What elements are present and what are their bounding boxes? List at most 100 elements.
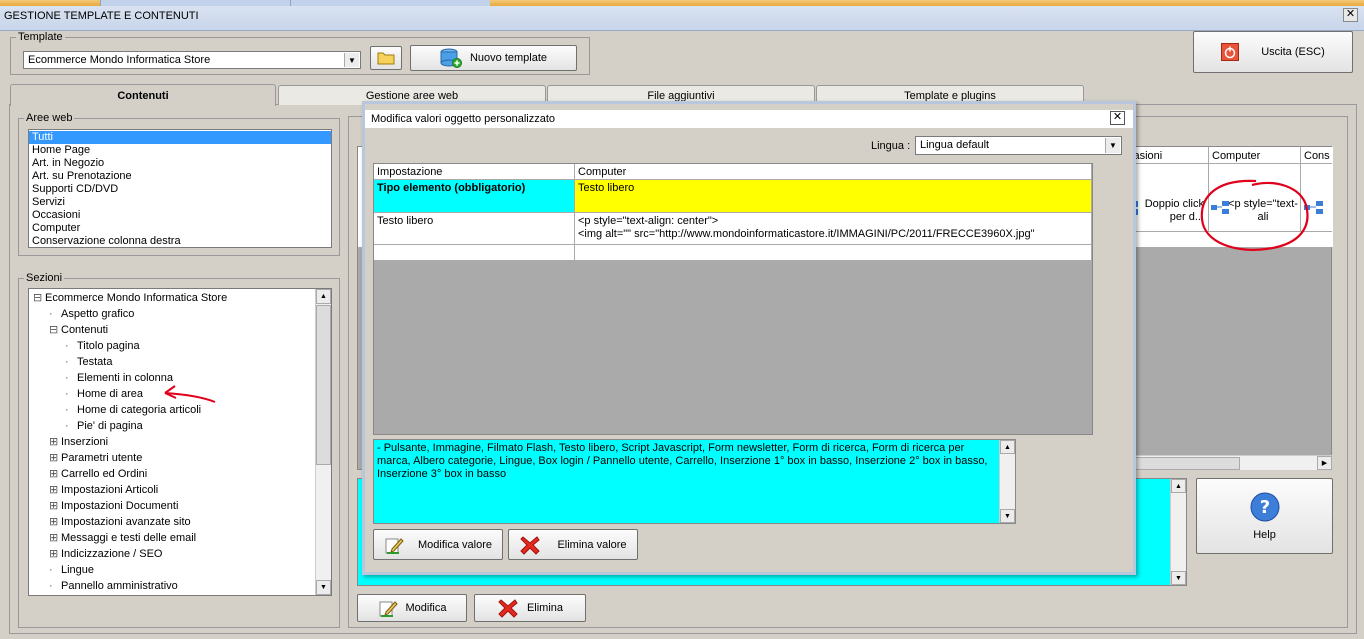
- expand-icon[interactable]: ⊞: [49, 499, 61, 513]
- expand-icon[interactable]: ⊞: [49, 547, 61, 561]
- tree-node-label: Inserzioni: [61, 436, 109, 448]
- tree-line-icon: ·: [65, 356, 69, 368]
- new-template-button[interactable]: Nuovo template: [410, 45, 577, 71]
- grid-row-value[interactable]: <p style="text-align: center">: [578, 215, 718, 227]
- list-item[interactable]: Conservazione colonna destra: [29, 235, 331, 247]
- database-add-icon: [440, 48, 462, 68]
- list-item[interactable]: Supporti CD/DVD: [29, 183, 331, 196]
- tree-line-icon: ·: [65, 372, 69, 384]
- list-item[interactable]: Tutti: [29, 131, 331, 144]
- expand-icon[interactable]: ⊞: [49, 483, 61, 497]
- grid-cell[interactable]: Doppio click per d...: [1140, 198, 1204, 224]
- template-select[interactable]: Ecommerce Mondo Informatica Store ▼: [23, 51, 361, 69]
- tree-node[interactable]: · Pannello amministrativo: [49, 579, 178, 593]
- aree-web-list[interactable]: Tutti Home Page Art. in Negozio Art. su …: [28, 129, 332, 248]
- help-button[interactable]: ? Help: [1196, 478, 1333, 554]
- expand-icon[interactable]: ⊞: [49, 451, 61, 465]
- tab-contenuti[interactable]: Contenuti: [10, 84, 276, 106]
- tree-node[interactable]: · Home di area: [65, 387, 143, 401]
- tree-node-label: Contenuti: [61, 324, 109, 336]
- tree-node[interactable]: ⊟ Contenuti: [49, 323, 108, 337]
- tree-node-label: Impostazioni Documenti: [61, 500, 179, 512]
- tree-node-label: Indicizzazione / SEO: [61, 548, 163, 560]
- tree-node-label: Testata: [77, 356, 113, 368]
- grid-row-key[interactable]: Tipo elemento (obbligatorio): [377, 182, 525, 194]
- tree-line-icon: ·: [65, 420, 69, 432]
- tree-node-label: Messaggi e testi delle email: [61, 532, 197, 544]
- tree-node[interactable]: ⊟ Ecommerce Mondo Informatica Store: [33, 291, 227, 305]
- tree-line-icon: ·: [65, 340, 69, 352]
- grid-row-value-line2[interactable]: <img alt="" src="http://www.mondoinforma…: [578, 228, 1088, 240]
- scroll-right-icon[interactable]: ▶: [1317, 456, 1332, 470]
- expand-icon[interactable]: ⊞: [49, 515, 61, 529]
- background-desc-scrollbar[interactable]: ▲ ▼: [1170, 479, 1186, 585]
- tree-node[interactable]: ⊞ Indicizzazione / SEO: [49, 547, 163, 561]
- chevron-down-icon: ▼: [1105, 138, 1120, 153]
- list-item[interactable]: Home Page: [29, 144, 331, 157]
- dialog-close-button[interactable]: ✕: [1110, 111, 1125, 125]
- power-icon: [1221, 43, 1240, 61]
- scroll-up-icon[interactable]: ▲: [1000, 440, 1015, 454]
- scroll-thumb[interactable]: [316, 305, 331, 465]
- dialog-description: - Pulsante, Immagine, Filmato Flash, Tes…: [373, 439, 1016, 524]
- sezioni-tree[interactable]: ⊟ Ecommerce Mondo Informatica Store · Aspet…: [28, 288, 332, 596]
- chevron-down-icon: ▼: [344, 53, 359, 67]
- elimina-valore-button[interactable]: Elimina valore: [508, 529, 638, 560]
- grid-hscrollbar[interactable]: ▶: [1128, 455, 1332, 470]
- collapse-icon[interactable]: ⊟: [49, 323, 61, 337]
- modifica-button[interactable]: Modifica: [357, 594, 467, 622]
- grid-row-key[interactable]: Testo libero: [377, 215, 433, 227]
- scroll-down-icon[interactable]: ▼: [1000, 509, 1015, 523]
- sezioni-scrollbar[interactable]: ▲ ▼: [315, 289, 331, 595]
- list-item[interactable]: Servizi: [29, 196, 331, 209]
- grid-row-value-highlight: [575, 180, 1092, 212]
- tree-node[interactable]: ⊞ Impostazioni avanzate sito: [49, 515, 191, 529]
- scroll-up-icon[interactable]: ▲: [316, 289, 331, 304]
- list-item[interactable]: Art. in Negozio: [29, 157, 331, 170]
- edit-values-dialog: Modifica valori oggetto personalizzato ✕…: [362, 101, 1136, 575]
- expand-icon[interactable]: ⊞: [49, 467, 61, 481]
- tree-node[interactable]: ⊞ Messaggi e testi delle email: [49, 531, 196, 545]
- exit-button[interactable]: Uscita (ESC): [1193, 31, 1353, 73]
- description-scrollbar[interactable]: ▲ ▼: [999, 440, 1015, 523]
- scroll-down-icon[interactable]: ▼: [1171, 571, 1186, 585]
- tree-node[interactable]: ⊞ Parametri utente: [49, 451, 142, 465]
- grid-row-value[interactable]: Testo libero: [578, 182, 634, 194]
- tree-node[interactable]: · Pie' di pagina: [65, 419, 143, 433]
- description-text: - Pulsante, Immagine, Filmato Flash, Tes…: [377, 442, 988, 480]
- grid-header: Cons: [1304, 150, 1330, 162]
- window-close-button[interactable]: ✕: [1343, 8, 1358, 22]
- edit-pencil-icon: [385, 537, 404, 554]
- tree-node[interactable]: · Testata: [65, 355, 112, 369]
- tree-node[interactable]: · Aspetto grafico: [49, 307, 134, 321]
- list-item[interactable]: Art. su Prenotazione: [29, 170, 331, 183]
- template-legend: Template: [16, 31, 65, 43]
- tree-node[interactable]: ⊞ Inserzioni: [49, 435, 108, 449]
- tree-node[interactable]: ⊞ Carrello ed Ordini: [49, 467, 147, 481]
- tree-node-label: Impostazioni Articoli: [61, 484, 159, 496]
- collapse-icon[interactable]: ⊟: [33, 291, 45, 305]
- tree-node[interactable]: ⊞ Impostazioni Articoli: [49, 483, 158, 497]
- open-folder-button[interactable]: [370, 46, 402, 70]
- scroll-up-icon[interactable]: ▲: [1171, 479, 1186, 493]
- tree-node-label: Impostazioni avanzate sito: [61, 516, 191, 528]
- expand-icon[interactable]: ⊞: [49, 435, 61, 449]
- list-item[interactable]: Computer: [29, 222, 331, 235]
- grid-header-computer: Computer: [578, 166, 627, 178]
- scroll-down-icon[interactable]: ▼: [316, 580, 331, 595]
- delete-x-icon: [498, 599, 518, 618]
- help-label: Help: [1253, 529, 1276, 541]
- tree-node[interactable]: · Elementi in colonna: [65, 371, 173, 385]
- elimina-button[interactable]: Elimina: [474, 594, 586, 622]
- modifica-valore-button[interactable]: Modifica valore: [373, 529, 503, 560]
- modifica-valore-label: Modifica valore: [418, 538, 492, 551]
- tree-line-icon: ·: [49, 580, 53, 592]
- list-item[interactable]: Occasioni: [29, 209, 331, 222]
- lingua-select[interactable]: Lingua default ▼: [915, 136, 1122, 155]
- expand-icon[interactable]: ⊞: [49, 531, 61, 545]
- tree-line-icon: ·: [49, 564, 53, 576]
- tree-node[interactable]: · Titolo pagina: [65, 339, 140, 353]
- tree-node[interactable]: · Lingue: [49, 563, 94, 577]
- tree-node[interactable]: ⊞ Impostazioni Documenti: [49, 499, 178, 513]
- edit-pencil-icon: [379, 601, 398, 617]
